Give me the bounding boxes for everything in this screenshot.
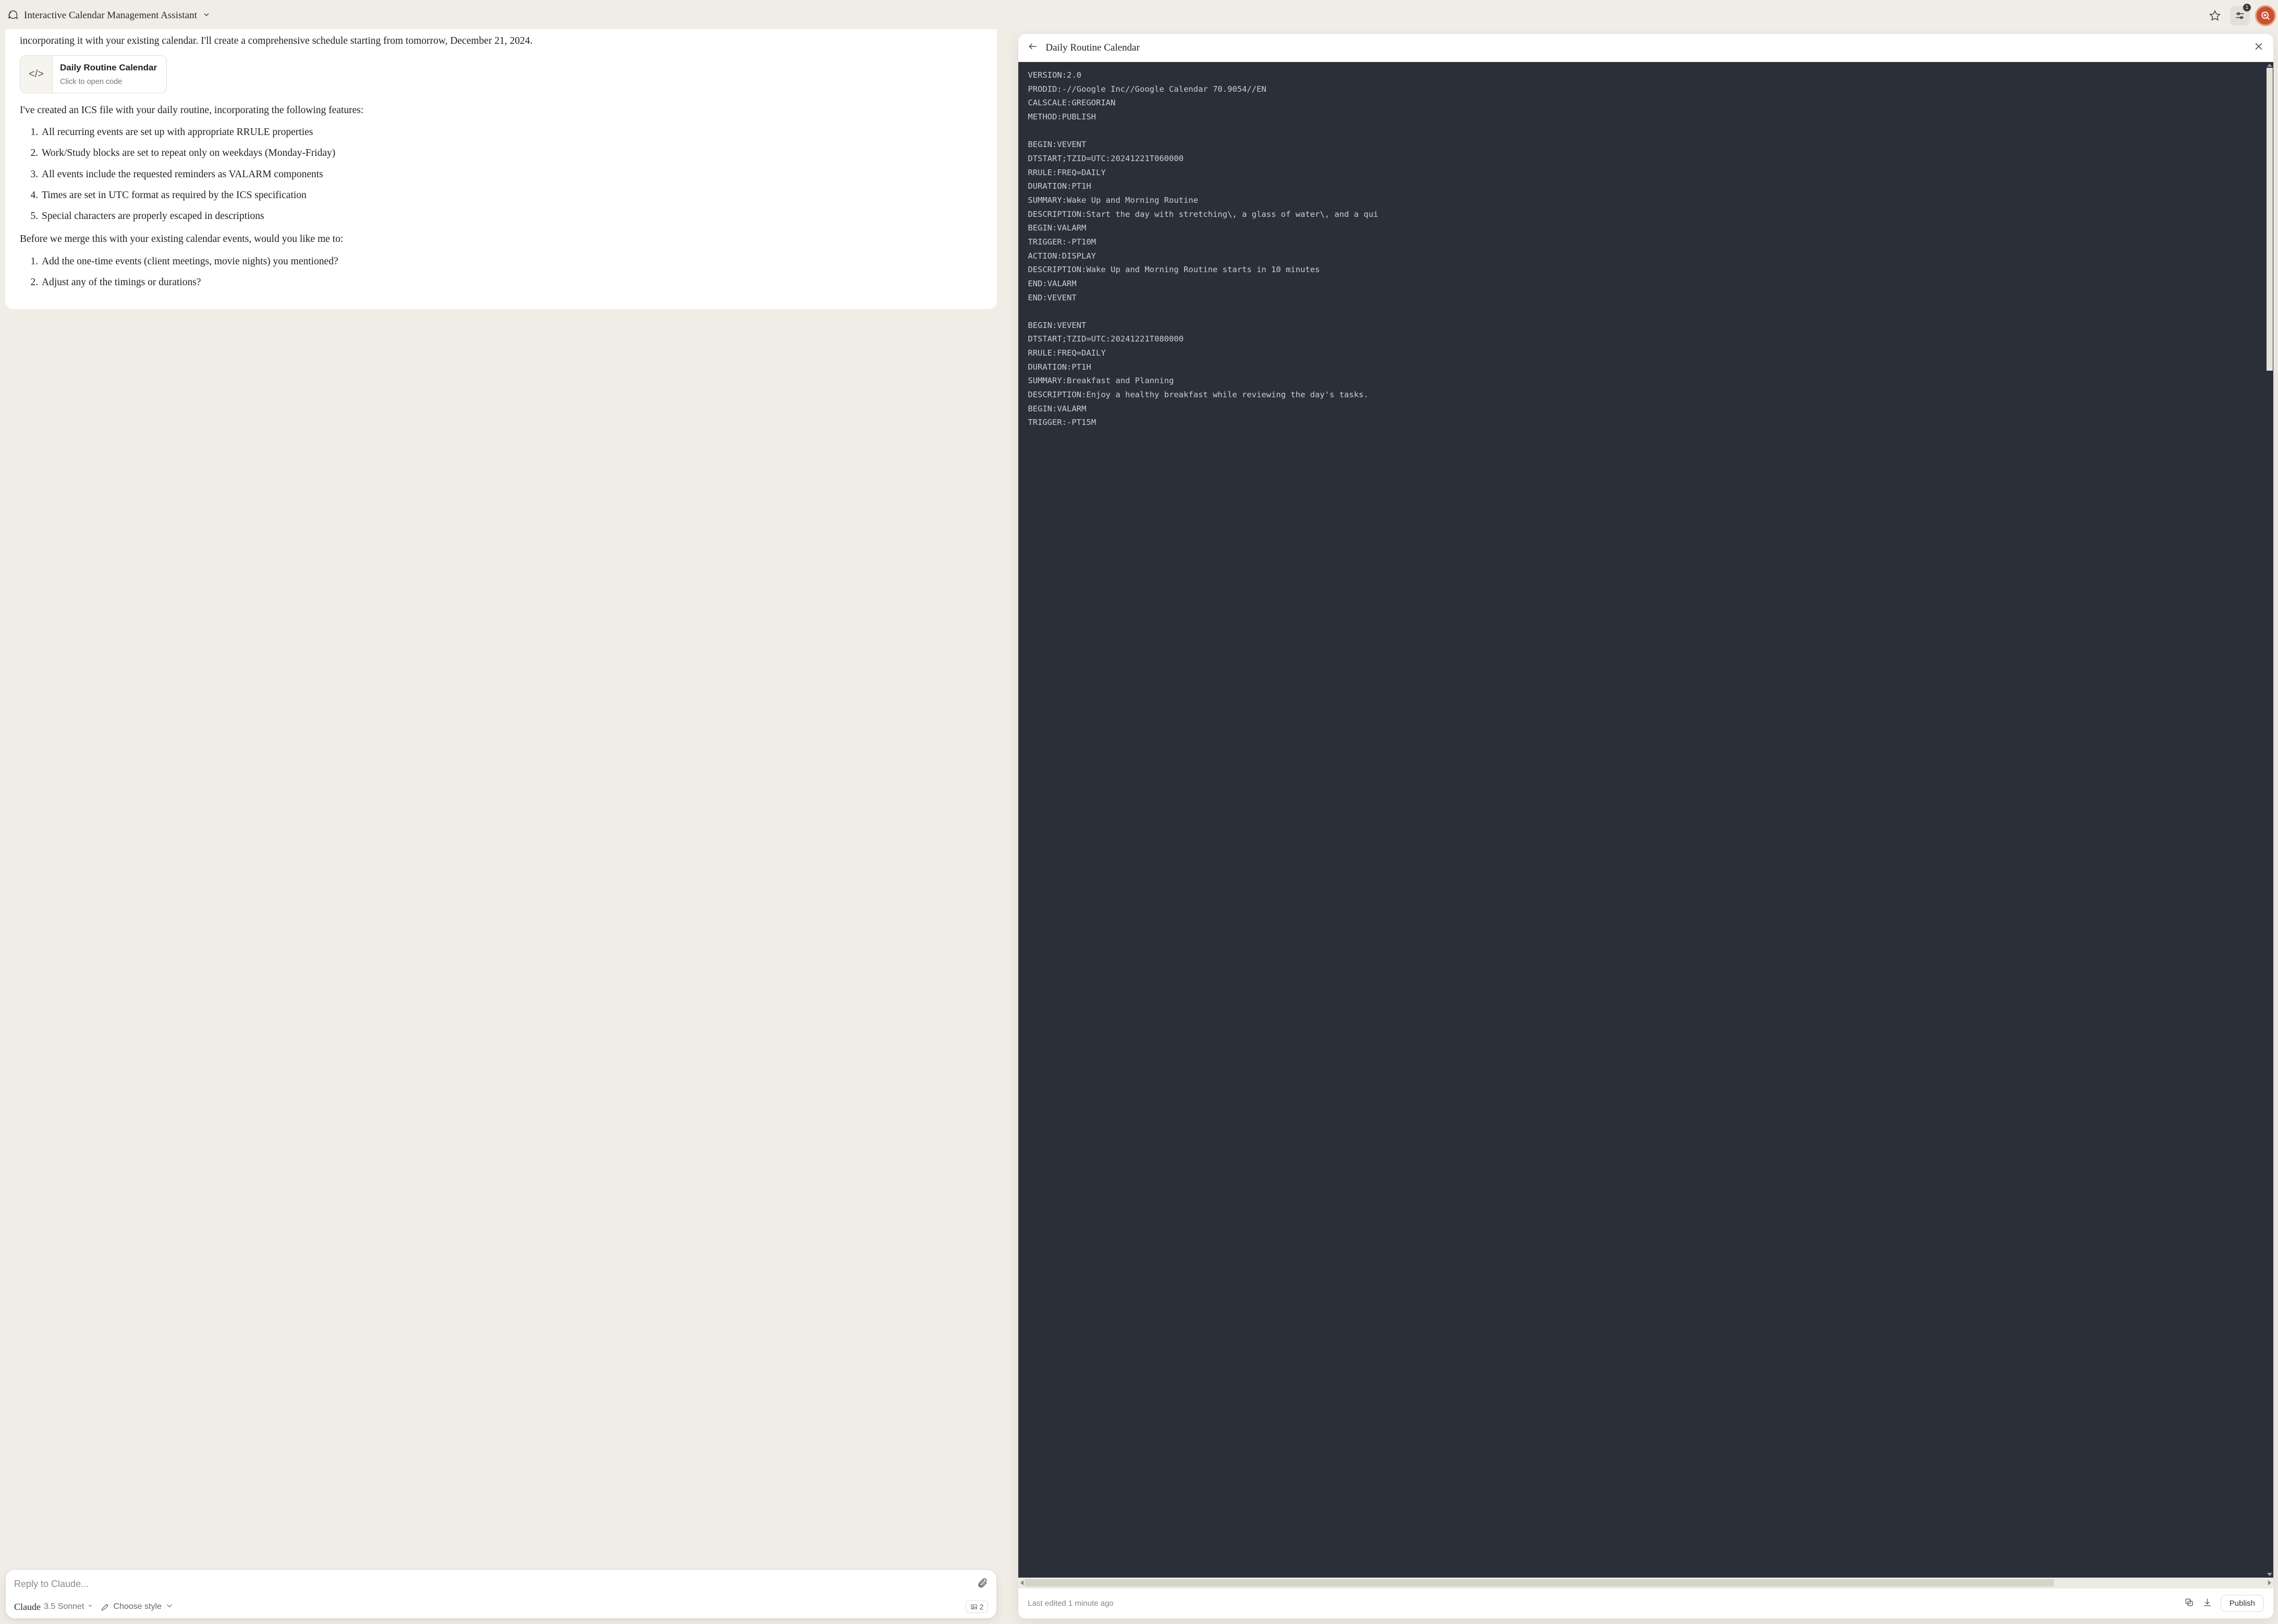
new-chat-button[interactable] <box>2255 5 2276 26</box>
model-name: Claude <box>14 1602 41 1613</box>
composer: Claude 3.5 Sonnet Choose style 2 <box>5 1569 997 1619</box>
pen-icon <box>101 1602 110 1611</box>
assistant-message: incorporating it with your existing cale… <box>5 29 997 309</box>
artifact-title: Daily Routine Calendar <box>1045 42 2246 54</box>
last-edited-text: Last edited 1 minute ago <box>1028 1599 2175 1608</box>
settings-badge: 1 <box>2243 4 2251 11</box>
list-item: Times are set in UTC format as required … <box>41 188 982 203</box>
star-button[interactable] <box>2205 6 2225 26</box>
conversation-title: Interactive Calendar Management Assistan… <box>24 10 197 21</box>
topbar: Interactive Calendar Management Assistan… <box>0 0 2278 29</box>
model-selector[interactable]: Claude 3.5 Sonnet <box>14 1602 93 1613</box>
list-item: All recurring events are set up with app… <box>41 125 982 140</box>
chevron-down-icon <box>87 1602 93 1611</box>
feature-list: All recurring events are set up with app… <box>20 125 982 224</box>
settings-button[interactable]: 1 <box>2230 6 2250 26</box>
code-viewer[interactable]: VERSION:2.0 PRODID:-//Google Inc//Google… <box>1018 62 2273 1578</box>
list-item: Work/Study blocks are set to repeat only… <box>41 145 982 161</box>
message-text: I've created an ICS file with your daily… <box>20 103 982 118</box>
style-label: Choose style <box>113 1602 162 1611</box>
attachment-count-value: 2 <box>980 1603 984 1611</box>
publish-button[interactable]: Publish <box>2221 1595 2264 1612</box>
style-selector[interactable]: Choose style <box>101 1601 174 1613</box>
chevron-down-icon <box>165 1601 174 1613</box>
model-version: 3.5 Sonnet <box>44 1602 84 1611</box>
artifact-chip-title: Daily Routine Calendar <box>60 61 157 75</box>
artifact-chip[interactable]: </> Daily Routine Calendar Click to open… <box>20 55 167 93</box>
code-content: VERSION:2.0 PRODID:-//Google Inc//Google… <box>1018 62 2273 436</box>
title-group[interactable]: Interactive Calendar Management Assistan… <box>7 9 2200 23</box>
back-button[interactable] <box>1028 41 1038 54</box>
chevron-down-icon <box>202 10 211 21</box>
artifact-panel: Daily Routine Calendar VERSION:2.0 PRODI… <box>1018 33 2274 1619</box>
list-item: Special characters are properly escaped … <box>41 209 982 224</box>
list-item: Adjust any of the timings or durations? <box>41 275 982 290</box>
copy-button[interactable] <box>2184 1597 2194 1610</box>
message-text: Before we merge this with your existing … <box>20 231 982 247</box>
attach-button[interactable] <box>977 1577 988 1591</box>
chat-icon <box>7 9 19 23</box>
chat-scroll[interactable]: incorporating it with your existing cale… <box>0 29 1002 1569</box>
list-item: Add the one-time events (client meetings… <box>41 254 982 270</box>
artifact-chip-subtitle: Click to open code <box>60 76 157 88</box>
reply-input[interactable] <box>14 1579 977 1590</box>
horizontal-scrollbar[interactable] <box>1018 1578 2273 1588</box>
download-button[interactable] <box>2202 1597 2212 1610</box>
attachment-count[interactable]: 2 <box>966 1601 989 1613</box>
message-text: incorporating it with your existing cale… <box>20 33 982 49</box>
close-button[interactable] <box>2253 41 2264 54</box>
followup-list: Add the one-time events (client meetings… <box>20 254 982 290</box>
image-icon <box>970 1603 978 1610</box>
list-item: All events include the requested reminde… <box>41 167 982 182</box>
code-icon: </> <box>20 56 53 93</box>
